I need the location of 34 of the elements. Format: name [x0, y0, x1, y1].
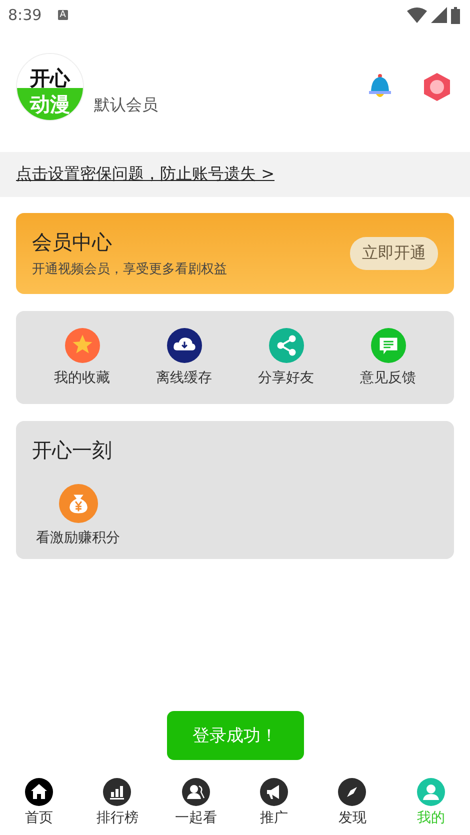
vip-title: 会员中心 — [32, 229, 113, 256]
nav-tab[interactable]: 发现 — [322, 778, 382, 827]
nav-tab[interactable]: 推广 — [244, 778, 304, 827]
hexagon-icon[interactable] — [424, 73, 450, 101]
megaphone-icon[interactable] — [260, 778, 288, 806]
home-icon[interactable] — [25, 778, 54, 806]
wifi-icon — [407, 7, 427, 23]
feature-label[interactable]: 意见反馈 — [360, 369, 416, 387]
signal-icon — [431, 7, 447, 23]
cloud-download-icon[interactable] — [166, 328, 202, 363]
login-success-toast: 登录成功！ — [166, 711, 304, 760]
share-icon[interactable] — [268, 328, 304, 363]
feature-label[interactable]: 分享好友 — [258, 369, 314, 387]
user-icon[interactable] — [416, 778, 445, 806]
status-time: 8:39 — [8, 6, 42, 24]
feature-label[interactable]: 我的收藏 — [54, 369, 110, 387]
battery-icon — [451, 6, 460, 24]
app-logo: 开心 动漫 — [16, 53, 84, 121]
member-level: 默认会员 — [94, 95, 158, 116]
bell-icon[interactable] — [368, 74, 392, 100]
nav-tab[interactable]: 排行榜 — [87, 778, 148, 827]
people-icon[interactable] — [182, 778, 210, 806]
reward-label[interactable]: 看激励赚积分 — [36, 529, 120, 547]
section-title: 开心一刻 — [32, 438, 112, 462]
chat-icon[interactable] — [370, 328, 406, 363]
vip-subtitle: 开通视频会员，享受更多看剧权益 — [32, 261, 228, 278]
nav-tab[interactable]: 首页 — [9, 778, 70, 827]
nav-tab[interactable]: 一起看 — [166, 778, 226, 827]
open-vip-button[interactable]: 立即开通 — [350, 237, 438, 270]
bar-chart-icon[interactable] — [103, 778, 132, 806]
money-bag-icon[interactable] — [58, 484, 98, 523]
feature-label[interactable]: 离线缓存 — [156, 369, 212, 387]
compass-icon[interactable] — [338, 778, 366, 806]
notification-icon: A — [58, 10, 68, 20]
